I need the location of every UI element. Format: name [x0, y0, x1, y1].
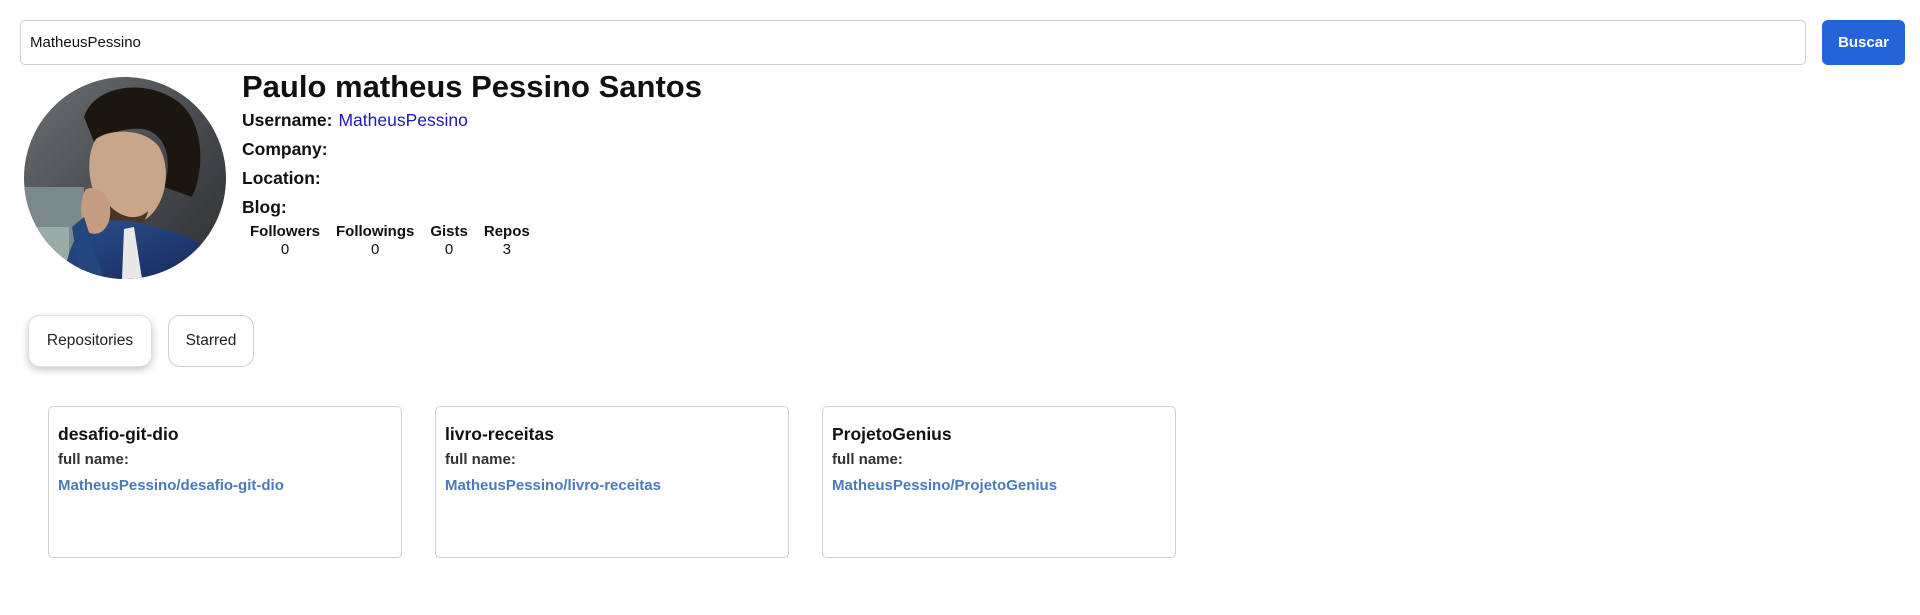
- stat-repos: Repos 3: [484, 223, 530, 259]
- stat-value: 0: [371, 241, 380, 258]
- username-label: Username:: [242, 110, 333, 130]
- repo-name: livro-receitas: [445, 424, 554, 444]
- search-input[interactable]: [20, 20, 1806, 65]
- repo-name: ProjetoGenius: [832, 424, 952, 444]
- stat-gists: Gists 0: [430, 223, 468, 259]
- repo-name: desafio-git-dio: [58, 424, 179, 444]
- avatar: [24, 77, 226, 279]
- username-link[interactable]: MatheusPessino: [338, 110, 467, 130]
- stat-label: Followers: [250, 223, 321, 240]
- profile-stats: Followers 0 Followings 0 Gists 0 Repos 3: [250, 223, 942, 259]
- stat-value: 3: [502, 241, 511, 258]
- company-row: Company:: [242, 139, 942, 168]
- stat-label: Followings: [336, 223, 415, 240]
- stat-label: Gists: [430, 223, 468, 240]
- search-bar: Buscar: [20, 20, 1910, 65]
- profile-photo-icon: [24, 77, 226, 279]
- profile-info: Paulo matheus Pessino Santos Username: Ma…: [242, 68, 942, 259]
- stat-followers: Followers 0: [250, 223, 320, 259]
- repo-card[interactable]: desafio-git-dio full name: MatheusPessin…: [48, 406, 402, 558]
- repo-full-name-label: full name:: [445, 451, 516, 468]
- stat-label: Repos: [483, 223, 530, 240]
- repo-card[interactable]: livro-receitas full name: MatheusPessino…: [435, 406, 789, 558]
- location-label: Location:: [242, 168, 321, 188]
- company-label: Company:: [242, 139, 328, 159]
- profile-name: Paulo matheus Pessino Santos: [242, 69, 702, 104]
- stat-followings: Followings 0: [336, 223, 414, 259]
- tab-repositories[interactable]: Repositories: [28, 315, 152, 367]
- username-row: Username: MatheusPessino: [242, 110, 942, 139]
- location-row: Location:: [242, 168, 942, 197]
- repo-card[interactable]: ProjetoGenius full name: MatheusPessino/…: [822, 406, 1176, 558]
- repo-full-name-label: full name:: [832, 451, 903, 468]
- stat-value: 0: [280, 241, 290, 258]
- repo-full-name-link[interactable]: MatheusPessino/ProjetoGenius: [832, 477, 1166, 495]
- blog-label: Blog:: [242, 197, 287, 217]
- blog-row: Blog:: [242, 197, 942, 226]
- repo-full-name-label: full name:: [58, 451, 129, 468]
- stat-value: 0: [444, 241, 454, 258]
- search-button[interactable]: Buscar: [1822, 20, 1905, 65]
- repo-list: desafio-git-dio full name: MatheusPessin…: [48, 406, 1248, 558]
- repo-full-name-link[interactable]: MatheusPessino/livro-receitas: [445, 477, 779, 495]
- repo-full-name-link[interactable]: MatheusPessino/desafio-git-dio: [58, 477, 392, 495]
- tab-starred[interactable]: Starred: [168, 315, 254, 367]
